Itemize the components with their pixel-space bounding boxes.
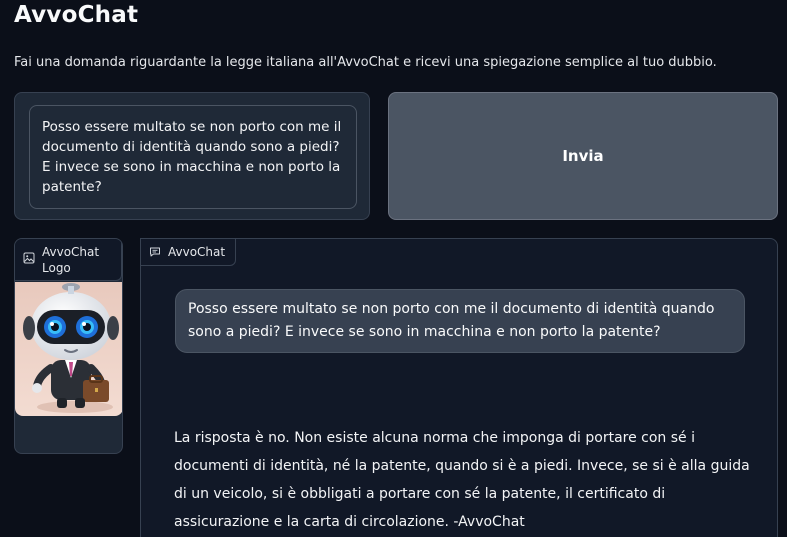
logo-panel-label: AvvoChat Logo xyxy=(15,239,122,281)
app-title: AvvoChat xyxy=(14,2,139,28)
question-input[interactable]: Posso essere multato se non porto con me… xyxy=(29,105,357,209)
question-panel: Posso essere multato se non porto con me… xyxy=(14,92,370,220)
app-description: Fai una domanda riguardante la legge ita… xyxy=(14,55,717,70)
logo-panel-label-text: AvvoChat Logo xyxy=(42,245,100,275)
send-button[interactable]: Invia xyxy=(388,92,778,220)
user-message: Posso essere multato se non porto con me… xyxy=(175,289,745,353)
bot-message: La risposta è no. Non esiste alcuna norm… xyxy=(174,430,750,530)
chat-bubble-icon xyxy=(150,247,160,257)
chatbot-panel-label: AvvoChat xyxy=(140,238,237,266)
robot-lawyer-logo xyxy=(15,282,122,416)
logo-panel: AvvoChat Logo xyxy=(14,238,123,454)
chatbot-panel-label-text: AvvoChat xyxy=(168,245,226,259)
image-icon xyxy=(23,252,35,264)
app-root: AvvoChat Fai una domanda riguardante la … xyxy=(0,0,787,537)
chatbot-panel: AvvoChat Posso essere multato se non por… xyxy=(140,238,778,537)
